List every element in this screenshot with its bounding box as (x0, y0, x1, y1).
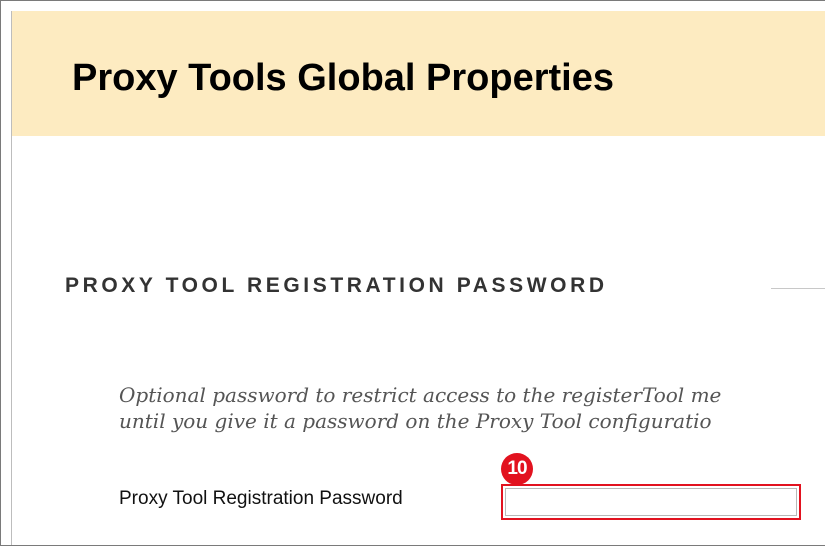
help-text-line-1: Optional password to restrict access to … (119, 383, 722, 407)
step-number-badge: 10 (501, 453, 533, 485)
help-text-line-2: until you give it a password on the Prox… (119, 409, 712, 433)
page-title: Proxy Tools Global Properties (72, 57, 614, 99)
page-header: Proxy Tools Global Properties (12, 11, 825, 136)
section-heading: PROXY TOOL REGISTRATION PASSWORD (65, 274, 608, 297)
highlight-callout-box (501, 484, 801, 520)
help-text: Optional password to restrict access to … (119, 382, 825, 434)
section-divider (771, 288, 825, 289)
page-frame: Proxy Tools Global Properties PROXY TOOL… (0, 0, 825, 546)
password-field-label: Proxy Tool Registration Password (119, 488, 403, 509)
